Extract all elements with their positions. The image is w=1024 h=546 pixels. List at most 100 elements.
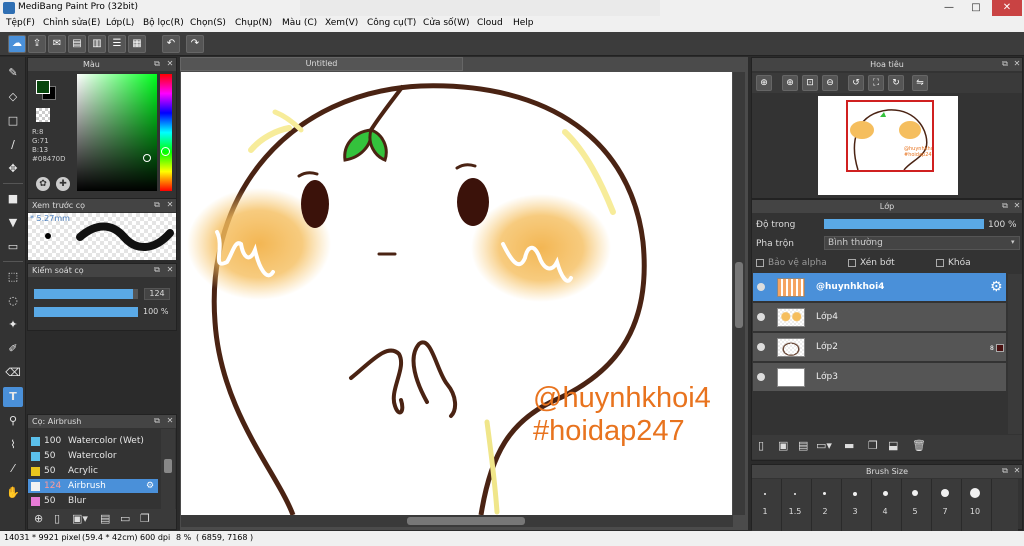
new-brush-icon[interactable]: ▯ bbox=[54, 512, 60, 525]
add-layer-menu-icon[interactable]: ▭▾ bbox=[816, 439, 832, 452]
hue-slider[interactable] bbox=[160, 74, 172, 191]
layer-settings-gear-icon[interactable]: ⚙ bbox=[990, 279, 1003, 295]
add-brush-icon[interactable]: ⊕ bbox=[34, 512, 43, 525]
maximize-button[interactable]: □ bbox=[963, 0, 989, 16]
grid-icon[interactable]: ▦ bbox=[128, 35, 146, 53]
fit-window-icon[interactable]: ⛶ bbox=[868, 75, 884, 91]
gradient-tool-icon[interactable]: ▭ bbox=[3, 237, 23, 257]
brush-size-value[interactable]: 124 bbox=[144, 288, 170, 300]
new-halftone-layer-icon[interactable]: ▣ bbox=[778, 439, 788, 452]
close-panel-icon[interactable]: ✕ bbox=[165, 200, 175, 210]
minimize-button[interactable]: — bbox=[936, 0, 962, 16]
eraser-tool-icon[interactable]: ◇ bbox=[3, 87, 23, 107]
cloud-icon[interactable]: ☁ bbox=[8, 35, 26, 53]
select-pen-tool-icon[interactable]: ✐ bbox=[3, 339, 23, 359]
duplicate-layer-icon[interactable]: ❐ bbox=[868, 439, 878, 452]
brush-item[interactable]: 50 Blur bbox=[28, 494, 158, 508]
lasso-tool-icon[interactable]: ◌ bbox=[3, 291, 23, 311]
zoom-in-icon[interactable]: ⊕ bbox=[782, 75, 798, 91]
menu-window[interactable]: Cửa số(W) bbox=[423, 18, 469, 28]
float-icon[interactable]: ⧉ bbox=[1000, 59, 1010, 69]
operation-tool-icon[interactable]: ⚲ bbox=[3, 411, 23, 431]
text-tool-icon[interactable]: T bbox=[3, 387, 23, 407]
menu-layer[interactable]: Lớp(L) bbox=[106, 18, 134, 28]
hue-slider-handle[interactable] bbox=[161, 147, 170, 156]
layer-row[interactable]: Lớp3 bbox=[753, 363, 1006, 392]
select-rect-tool-icon[interactable]: ⬚ bbox=[3, 267, 23, 287]
line-tool-icon[interactable]: ∕ bbox=[3, 135, 23, 155]
eye-icon[interactable] bbox=[757, 343, 765, 351]
transparent-swatch[interactable] bbox=[36, 108, 50, 122]
brush-size-dot[interactable] bbox=[823, 492, 826, 495]
foreground-color-swatch[interactable] bbox=[36, 80, 50, 94]
close-panel-icon[interactable]: ✕ bbox=[165, 265, 175, 275]
brush-list-scroll-thumb[interactable] bbox=[164, 459, 172, 473]
close-panel-icon[interactable]: ✕ bbox=[1012, 59, 1022, 69]
rotate-right-icon[interactable]: ↻ bbox=[888, 75, 904, 91]
fill-rect-tool-icon[interactable]: ■ bbox=[3, 189, 23, 209]
menu-help[interactable]: Help bbox=[513, 18, 534, 28]
delete-layer-icon[interactable]: 🗑 bbox=[912, 439, 926, 452]
shape-tool-icon[interactable]: □ bbox=[3, 111, 23, 131]
float-icon[interactable]: ⧉ bbox=[1000, 201, 1010, 211]
brush-size-dot[interactable] bbox=[941, 489, 949, 497]
layer-list-scrollbar[interactable] bbox=[1008, 274, 1022, 434]
hand-tool-icon[interactable]: ✋ bbox=[3, 483, 23, 503]
layer-row-selected[interactable]: @huynhkhoi4 ⚙ bbox=[753, 273, 1006, 302]
layer-row[interactable]: Lớp4 bbox=[753, 303, 1006, 332]
lock-checkbox[interactable] bbox=[936, 259, 944, 267]
zoom-fit-icon[interactable]: ⊕ bbox=[756, 75, 772, 91]
eye-icon[interactable] bbox=[757, 313, 765, 321]
eye-icon[interactable] bbox=[757, 373, 765, 381]
clipping-checkbox[interactable] bbox=[848, 259, 856, 267]
close-panel-icon[interactable]: ✕ bbox=[165, 416, 175, 426]
brush-copy-icon[interactable]: ❐ bbox=[140, 512, 150, 525]
redo-icon[interactable]: ↷ bbox=[186, 35, 204, 53]
brush-item[interactable]: 100 Watercolor (Wet) bbox=[28, 434, 158, 448]
protect-alpha-checkbox[interactable] bbox=[756, 259, 764, 267]
comment-icon[interactable]: ✉ bbox=[48, 35, 66, 53]
brush-list-scrollbar[interactable] bbox=[161, 429, 175, 509]
bucket-tool-icon[interactable]: ▼ bbox=[3, 213, 23, 233]
folder-icon[interactable]: ▬ bbox=[844, 439, 854, 452]
palette-icon[interactable]: ✿ bbox=[36, 177, 50, 191]
close-panel-icon[interactable]: ✕ bbox=[165, 59, 175, 69]
actual-size-icon[interactable]: ⊡ bbox=[802, 75, 818, 91]
blend-mode-select[interactable]: Bình thường ▾ bbox=[824, 236, 1020, 250]
new-layer-icon[interactable]: ▯ bbox=[758, 439, 764, 452]
canvas-vertical-scroll-thumb[interactable] bbox=[735, 262, 743, 328]
document-icon[interactable]: ▥ bbox=[88, 35, 106, 53]
share-icon[interactable]: ⇪ bbox=[28, 35, 46, 53]
float-icon[interactable]: ⧉ bbox=[1000, 466, 1010, 476]
brush-size-dot[interactable] bbox=[794, 493, 796, 495]
brush-size-dot[interactable] bbox=[853, 492, 857, 496]
menu-edit[interactable]: Chỉnh sửa(E) bbox=[43, 18, 100, 28]
brush-tool-icon[interactable]: ✎ bbox=[3, 63, 23, 83]
brush-item[interactable]: 50 Watercolor bbox=[28, 449, 158, 463]
merge-layer-icon[interactable]: ⬓ bbox=[888, 439, 898, 452]
flip-icon[interactable]: ⇋ bbox=[912, 75, 928, 91]
zoom-out-icon[interactable]: ⊖ bbox=[822, 75, 838, 91]
chat-icon[interactable]: ▤ bbox=[68, 35, 86, 53]
list-icon[interactable]: ☰ bbox=[108, 35, 126, 53]
menu-select[interactable]: Chọn(S) bbox=[190, 18, 226, 28]
eyedropper-tool-icon[interactable]: ⁄ bbox=[3, 459, 23, 479]
drawing-canvas[interactable]: @huynhkhoi4 #hoidap247 bbox=[181, 72, 732, 515]
brush-size-slider[interactable] bbox=[34, 289, 138, 299]
close-panel-icon[interactable]: ✕ bbox=[1012, 466, 1022, 476]
brush-item-selected[interactable]: 124 Airbrush ⚙ bbox=[28, 479, 158, 493]
menu-color[interactable]: Màu (C) bbox=[282, 18, 317, 28]
menu-view[interactable]: Xem(V) bbox=[325, 18, 358, 28]
rotate-left-icon[interactable]: ↺ bbox=[848, 75, 864, 91]
layer-opacity-slider[interactable] bbox=[824, 219, 984, 229]
brush-settings-gear-icon[interactable]: ⚙ bbox=[146, 479, 154, 493]
close-panel-icon[interactable]: ✕ bbox=[1012, 201, 1022, 211]
dropper-tool-icon[interactable]: ⌇ bbox=[3, 435, 23, 455]
saturation-value-picker[interactable] bbox=[77, 74, 157, 191]
brush-size-dot[interactable] bbox=[883, 491, 888, 496]
float-icon[interactable]: ⧉ bbox=[152, 59, 162, 69]
select-eraser-tool-icon[interactable]: ⌫ bbox=[3, 363, 23, 383]
document-tab[interactable]: Untitled bbox=[180, 57, 463, 71]
move-tool-icon[interactable]: ✥ bbox=[3, 159, 23, 179]
brush-size-dot[interactable] bbox=[970, 488, 980, 498]
